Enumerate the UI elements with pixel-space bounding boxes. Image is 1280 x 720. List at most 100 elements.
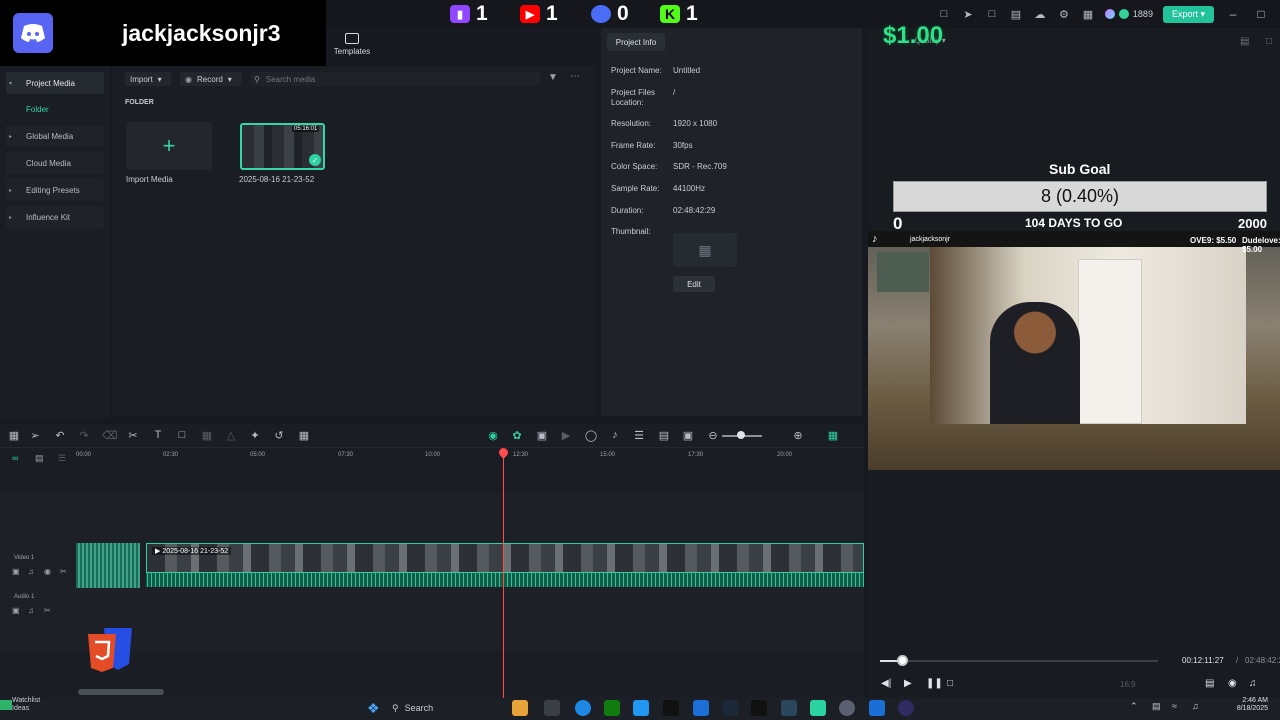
marker-icon[interactable]: ▣ [535,429,549,442]
snap-icon[interactable]: ✿ [510,429,524,442]
settings-app-icon[interactable] [839,700,855,716]
split-icon[interactable]: ▶ [559,429,573,442]
lock-icon[interactable]: ▣ [12,567,20,576]
layout-icon[interactable]: ▦ [7,429,21,442]
zoom-in-icon[interactable]: ⊕ [791,429,805,442]
network-icon[interactable]: ▤ [1152,701,1161,712]
steam-icon[interactable] [722,700,738,716]
speed-icon[interactable]: ↺ [272,429,286,442]
gift-icon[interactable]: □ [937,7,951,21]
more-icon[interactable]: ⋯ [570,71,580,82]
settings-icon[interactable]: ⚙ [1057,7,1071,21]
scissors-icon[interactable]: ✂ [44,606,51,615]
tray-chevron-icon[interactable]: ⌃ [1130,701,1138,712]
timeline-scrollbar[interactable] [78,689,164,695]
subtitle-icon[interactable]: ▤ [657,429,671,442]
render-icon[interactable]: ◉ [486,429,500,442]
tab-project-info[interactable]: Project Info [607,33,665,51]
xbox-icon[interactable] [604,700,620,716]
tab-templates[interactable]: Templates [330,30,374,66]
add-track-icon[interactable]: ▤ [35,453,44,464]
zoom-slider-handle[interactable] [737,431,745,439]
mute-icon[interactable]: ♫ [28,567,34,576]
speaker-icon[interactable]: ♫ [1192,701,1199,711]
scissors-icon[interactable]: ✂ [60,567,67,576]
mute-icon[interactable]: ♫ [28,606,34,615]
credits-badge[interactable]: 1889 [1104,9,1153,19]
fullscreen-icon[interactable]: □ [1266,36,1272,47]
task-view-icon[interactable] [544,700,560,716]
app-icon-store[interactable] [693,700,709,716]
filter-icon[interactable]: ▼ [548,72,558,83]
stop-icon[interactable]: □ [947,678,953,689]
filmora-icon[interactable] [810,700,826,716]
tiktok-app-icon[interactable] [663,700,679,716]
pip-icon[interactable]: ▣ [681,429,695,442]
obs-icon[interactable] [898,700,914,716]
record-dropdown[interactable]: ◉ Record ▾ [180,72,242,86]
aspect-ratio[interactable]: 16:9 [1120,680,1136,689]
maximize-icon[interactable]: □ [1252,7,1270,21]
text-icon[interactable]: T [151,429,165,441]
timeline-audio-clip[interactable] [76,543,140,588]
audio-waveform[interactable] [146,573,864,587]
delete-icon[interactable]: ⌫ [102,429,118,442]
widget-icon[interactable] [0,700,12,710]
edge-icon[interactable] [575,700,591,716]
track-settings-icon[interactable]: ☰ [58,453,66,464]
export-button[interactable]: Export ▾ [1162,5,1214,23]
nav-editing-presets[interactable]: ▸ Editing Presets [6,179,104,201]
shield-icon[interactable]: ◯ [584,429,598,442]
eye-icon[interactable]: ◉ [44,567,51,576]
send-icon[interactable]: ➤ [961,7,975,21]
minimize-icon[interactable]: – [1224,7,1242,21]
undo-icon[interactable]: ↶ [53,429,67,442]
track-view-icon[interactable]: ▦ [826,429,840,442]
effects-icon[interactable]: ▦ [297,429,311,442]
taskbar-search[interactable]: ⚲ Search [392,698,502,718]
windows-start-icon[interactable]: ❖ [367,700,380,717]
nav-cloud-media[interactable]: Cloud Media [6,152,104,174]
screen-icon[interactable]: □ [985,7,999,21]
cut-icon[interactable]: ✂ [126,429,140,442]
watchlist-widget[interactable]: Watchlist Ideas [12,697,40,713]
app-icon-blue[interactable] [633,700,649,716]
layout-icon[interactable]: ▤ [1009,7,1023,21]
play-icon[interactable]: ▶ [904,678,912,689]
nav-folder[interactable]: Folder [6,98,104,120]
zoom-out-icon[interactable]: ⊖ [706,429,720,442]
clock-time[interactable]: 2:46 AM [1228,697,1268,704]
snapshot-icon[interactable]: ▤ [1240,36,1249,47]
app-icon-widget[interactable] [512,700,528,716]
camera-icon[interactable]: ◉ [1228,678,1237,689]
clock-date[interactable]: 8/18/2025 [1228,705,1268,712]
timeline-ruler[interactable] [76,450,864,464]
nav-influence-kit[interactable]: ▸ Influence Kit [6,206,104,228]
color-icon[interactable]: △ [224,429,238,442]
volume-icon[interactable]: ♫ [1249,678,1257,689]
tiktok-live-icon[interactable] [751,700,767,716]
ai-tool-icon[interactable]: ✦ [248,429,262,442]
link-icon[interactable]: ∞ [12,453,18,463]
import-media-tile[interactable]: + [126,122,212,170]
crop-icon[interactable]: □ [175,429,189,441]
select-tool-icon[interactable]: ➢ [28,429,42,442]
media-search[interactable]: ⚲ [250,72,540,86]
grid-icon[interactable]: ▦ [1081,7,1095,21]
cloud-icon[interactable]: ☁ [1033,7,1047,21]
transform-icon[interactable]: ▦ [200,429,214,442]
wifi-icon[interactable]: ≈ [1172,701,1177,711]
preview-scrubber-handle[interactable] [897,655,908,666]
thumbnail-preview[interactable]: ▦ [673,233,737,267]
nav-project-media[interactable]: ▾ Project Media [6,72,104,94]
step-back-icon[interactable]: ◀| [881,678,891,689]
lock-icon[interactable]: ▣ [12,606,20,615]
app-icon-active[interactable] [869,700,885,716]
microphone-icon[interactable]: ♪ [608,429,622,441]
pause-icon[interactable]: ❚❚ [926,678,943,689]
preview-scrubber[interactable] [880,660,1158,662]
redo-icon[interactable]: ↷ [77,429,91,442]
app-icon-dark[interactable] [781,700,797,716]
nav-global-media[interactable]: ▸ Global Media [6,125,104,147]
monitor-icon[interactable]: ▤ [1205,678,1214,689]
